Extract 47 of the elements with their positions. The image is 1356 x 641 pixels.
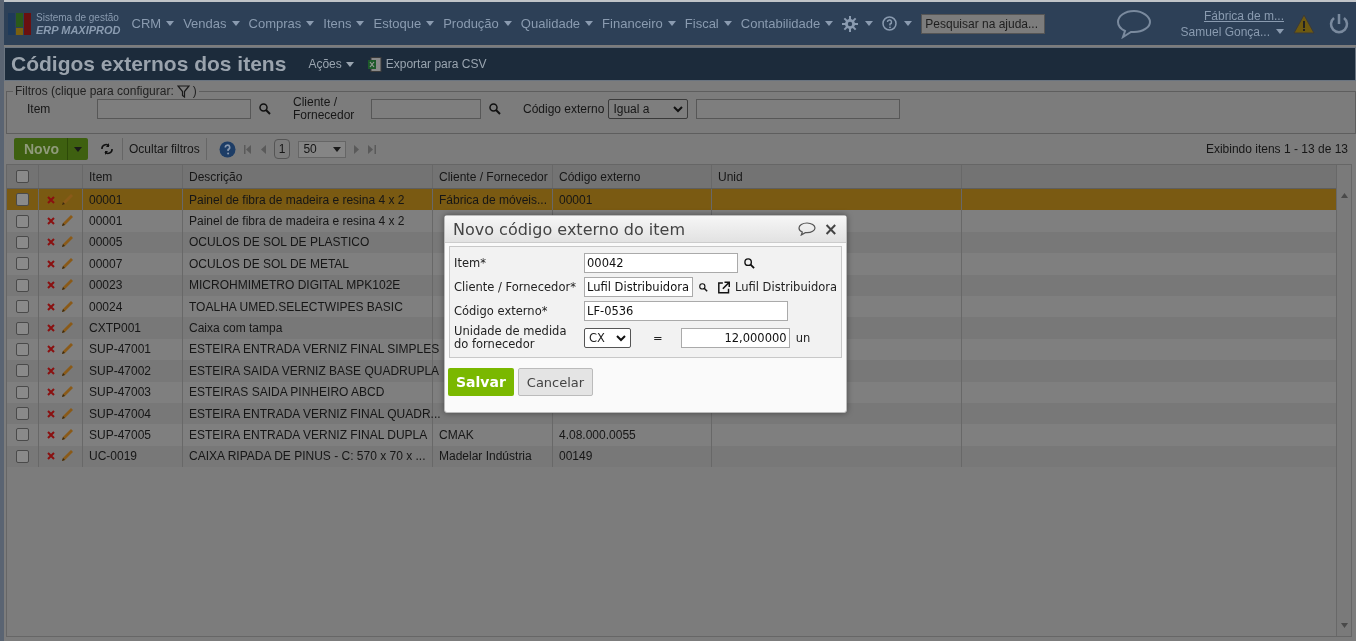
table-cell: Madelar Indústria: [439, 449, 532, 464]
table-cell: Painel de fibra de madeira e resina 4 x 2: [189, 192, 405, 207]
table-cell: OCULOS DE SOL DE PLASTICO: [189, 235, 370, 250]
unit-suffix: un: [795, 331, 811, 345]
table-cell: TOALHA UMED.SELECTWIPES BASIC: [189, 299, 403, 314]
filter-label: Item: [27, 102, 52, 116]
field-label: Item*: [454, 256, 487, 270]
item-count: Exibindo itens 1 - 13 de 13: [1205, 142, 1348, 156]
filters-legend-end: ): [192, 84, 197, 98]
table-cell: SUP-47003: [89, 385, 152, 400]
table-cell: ESTEIRAS SAIDA PINHEIRO ABCD: [189, 385, 385, 400]
field-label: Código externo*: [454, 304, 549, 318]
field-label: Unidade de medida do fornecedor: [454, 325, 568, 351]
table-cell: CMAK: [439, 428, 474, 442]
field-label: Cliente / Fornecedor*: [454, 280, 577, 294]
table-cell: 00001: [559, 192, 593, 207]
table-cell: 00001: [89, 192, 123, 207]
table-cell: Caixa com tampa: [189, 321, 283, 336]
table-cell: SUP-47002: [89, 363, 152, 378]
table-cell: CAIXA RIPADA DE PINUS - C: 570 x 70 x ...: [189, 449, 426, 464]
table-cell: 00007: [89, 256, 123, 271]
filter-label: Código externo: [523, 102, 605, 116]
table-cell: Fábrica de móveis...: [439, 192, 548, 207]
table-cell: 00023: [89, 278, 123, 293]
table-cell: SUP-47004: [89, 406, 152, 421]
table-cell: 4.08.000.0055: [559, 428, 636, 442]
table-cell: ESTEIRA ENTRADA VERNIZ FINAL DUPLA: [189, 428, 428, 442]
table-cell: ESTEIRA ENTRADA VERNIZ FINAL SIMPLES: [189, 342, 440, 357]
table-cell: ESTEIRA SAIDA VERNIZ BASE QUADRUPLA: [189, 363, 440, 378]
dialog-title: Novo código externo do item: [453, 219, 686, 239]
table-cell: 00005: [89, 235, 123, 250]
table-cell: OCULOS DE SOL DE METAL: [189, 256, 350, 271]
table-cell: UC-0019: [89, 449, 138, 464]
table-cell: SUP-47001: [89, 342, 152, 357]
table-cell: ESTEIRA ENTRADA VERNIZ FINAL QUADR...: [189, 406, 441, 421]
page-title: Códigos externos dos itens: [11, 52, 287, 76]
table-cell: MICROHMIMETRO DIGITAL MPK102E: [189, 278, 401, 293]
equals-sign: =: [653, 331, 663, 345]
table-cell: Painel de fibra de madeira e resina 4 x 2: [189, 214, 405, 229]
table-cell: SUP-47005: [89, 428, 152, 442]
table-cell: 00149: [559, 449, 593, 464]
table-cell: 00001: [89, 214, 123, 229]
table-cell: CXTP001: [89, 321, 142, 336]
filter-label: Cliente / Fornecedor: [293, 96, 356, 122]
table-cell: 00024: [89, 299, 123, 314]
logo-subtitle: Sistema de gestão: [36, 11, 120, 24]
logo-title: ERP MAXIPROD: [36, 23, 121, 36]
